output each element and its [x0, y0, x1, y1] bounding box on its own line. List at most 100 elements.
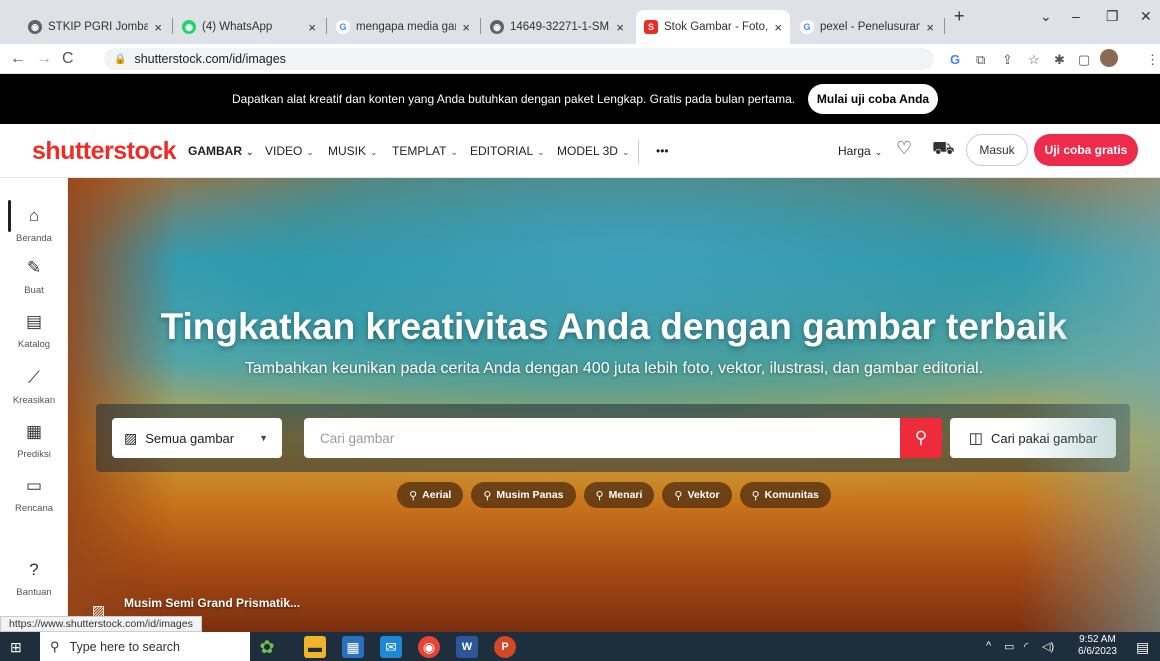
nav-model-3d[interactable]: MODEL 3D ⌄: [557, 144, 629, 158]
wifi-icon[interactable]: ◜: [1024, 640, 1028, 653]
free-trial-button[interactable]: Uji coba gratis: [1034, 134, 1138, 166]
chip-label: Menari: [608, 489, 643, 501]
nav-editorial[interactable]: EDITORIAL ⌄: [470, 144, 545, 158]
lock-icon: 🔒: [114, 53, 127, 65]
search-icon: ⚲: [674, 489, 683, 502]
file-explorer-icon[interactable]: ▬: [304, 636, 326, 658]
tab-title: (4) WhatsApp: [202, 21, 273, 33]
close-tab-icon[interactable]: ×: [616, 20, 624, 35]
tab-search-icon[interactable]: ⌄: [1040, 8, 1052, 25]
profile-avatar[interactable]: [1100, 49, 1118, 67]
chip-komunitas[interactable]: ⚲ Komunitas: [739, 482, 831, 508]
volume-icon[interactable]: ◁): [1042, 640, 1054, 653]
chevron-up-icon[interactable]: ^: [986, 640, 991, 652]
promo-banner: Dapatkan alat kreatif dan konten yang An…: [0, 74, 1160, 124]
chrome-icon[interactable]: ◉: [418, 636, 440, 658]
chip-menari[interactable]: ⚲ Menari: [583, 482, 655, 508]
bookmark-star-icon[interactable]: ☆: [1028, 52, 1040, 68]
search-by-image-label: Cari pakai gambar: [990, 430, 1098, 446]
close-tab-icon[interactable]: ×: [774, 20, 782, 35]
search-button[interactable]: ⚲: [900, 418, 942, 458]
word-icon[interactable]: W: [456, 636, 478, 658]
tab-title: 14649-32271-1-SM.pc: [510, 21, 610, 33]
address-text: shutterstock.com/id/images: [134, 52, 286, 66]
login-button[interactable]: Masuk: [966, 134, 1028, 166]
more-menu-button[interactable]: •••: [656, 144, 669, 158]
plant-icon[interactable]: ✿: [256, 636, 278, 658]
search-input[interactable]: [304, 418, 900, 458]
chevron-down-icon: ⌄: [370, 147, 378, 157]
translate-icon[interactable]: ⧉: [976, 52, 985, 68]
shutterstock-logo[interactable]: shutterstock: [32, 137, 177, 166]
minimize-icon[interactable]: –: [1072, 8, 1080, 24]
browser-tab[interactable]: ◉ STKIP PGRI Jombang ×: [20, 10, 170, 44]
nav-label: VIDEO: [265, 144, 303, 158]
image-type-select[interactable]: ▨ Semua gambar ▼: [112, 418, 282, 458]
store-icon[interactable]: ▦: [342, 636, 364, 658]
image-credit[interactable]: Musim Semi Grand Prismatik...: [124, 596, 300, 610]
back-icon[interactable]: ←: [10, 50, 26, 68]
restore-icon[interactable]: ❐: [1106, 8, 1119, 25]
new-tab-button[interactable]: +: [954, 6, 965, 27]
search-by-image-button[interactable]: ◫ Cari pakai gambar: [950, 418, 1116, 458]
sidebar-item-buat[interactable]: ✎ Buat: [0, 258, 68, 298]
google-icon[interactable]: G: [950, 52, 960, 67]
browser-tab-active[interactable]: S Stok Gambar - Foto, v ×: [636, 10, 790, 44]
help-icon: ?: [29, 560, 39, 579]
browser-tab[interactable]: ◉ (4) WhatsApp ×: [174, 10, 324, 44]
close-window-icon[interactable]: ✕: [1140, 8, 1152, 25]
menu-icon[interactable]: ⋮: [1146, 52, 1159, 68]
hero-banner: Tingkatkan kreativitas Anda dengan gamba…: [68, 178, 1160, 632]
sidebar-item-prediksi[interactable]: ▦ Prediksi: [0, 422, 68, 462]
chevron-down-icon: ⌄: [306, 147, 314, 157]
sidebar-item-bantuan[interactable]: ? Bantuan: [0, 560, 68, 600]
sidebar-item-label: Buat: [24, 285, 44, 296]
camera-icon: ◫: [968, 430, 983, 447]
heart-icon[interactable]: ♡: [896, 138, 912, 159]
browser-tab[interactable]: G pexel - Penelusuran G ×: [792, 10, 942, 44]
cart-icon[interactable]: ⛟: [932, 138, 955, 162]
side-panel-icon[interactable]: ▢: [1078, 52, 1090, 68]
sidebar-item-label: Rencana: [14, 503, 54, 514]
close-tab-icon[interactable]: ×: [462, 20, 470, 35]
chevron-down-icon: ⌄: [537, 147, 545, 157]
nav-templat[interactable]: TEMPLAT ⌄: [392, 144, 458, 158]
tab-title: STKIP PGRI Jombang: [48, 21, 149, 33]
mail-icon[interactable]: ✉: [380, 636, 402, 658]
reload-icon[interactable]: C: [62, 50, 74, 68]
start-trial-button[interactable]: Mulai uji coba Anda: [808, 84, 938, 114]
calendar-icon: ▭: [25, 476, 43, 495]
powerpoint-icon[interactable]: P: [494, 636, 516, 658]
notification-icon[interactable]: ▤: [1136, 639, 1149, 656]
tab-title: pexel - Penelusuran G: [820, 21, 921, 33]
chip-musim-panas[interactable]: ⚲ Musim Panas: [471, 482, 576, 508]
chip-vektor[interactable]: ⚲ Vektor: [662, 482, 732, 508]
address-bar[interactable]: 🔒 shutterstock.com/id/images: [104, 48, 934, 70]
extensions-icon[interactable]: ✱: [1054, 52, 1065, 68]
nav-musik[interactable]: MUSIK ⌄: [328, 144, 378, 158]
browser-toolbar: ← → C 🔒 shutterstock.com/id/images G ⧉ ⇪…: [0, 44, 1160, 74]
clock[interactable]: 9:52 AM 6/6/2023: [1078, 634, 1117, 658]
battery-icon[interactable]: ▭: [1004, 640, 1014, 653]
nav-gambar[interactable]: GAMBAR ⌄: [188, 144, 254, 158]
sidebar-item-rencana[interactable]: ▭ Rencana: [0, 476, 68, 516]
chevron-down-icon: ⌄: [621, 147, 630, 157]
windows-start-icon[interactable]: ⊞: [10, 639, 22, 656]
price-dropdown[interactable]: Harga ⌄: [838, 144, 882, 158]
forward-icon[interactable]: →: [36, 50, 52, 68]
browser-tab-strip: ◉ STKIP PGRI Jombang × ◉ (4) WhatsApp × …: [0, 0, 1160, 44]
close-tab-icon[interactable]: ×: [926, 20, 934, 35]
sidebar-item-kreasikan[interactable]: ⟋ Kreasikan: [0, 368, 68, 408]
browser-tab[interactable]: G mengapa media gami ×: [328, 10, 478, 44]
nav-video[interactable]: VIDEO ⌄: [265, 144, 314, 158]
browser-tab[interactable]: ◉ 14649-32271-1-SM.pc ×: [482, 10, 632, 44]
close-tab-icon[interactable]: ×: [154, 20, 162, 35]
sidebar-item-beranda[interactable]: ⌂ Beranda: [0, 206, 68, 246]
chip-aerial[interactable]: ⚲ Aerial: [397, 482, 464, 508]
close-tab-icon[interactable]: ×: [308, 20, 316, 35]
sidebar-item-katalog[interactable]: ▤ Katalog: [0, 312, 68, 352]
hero-subtitle: Tambahkan keunikan pada cerita Anda deng…: [244, 360, 984, 377]
clock-date: 6/6/2023: [1078, 646, 1117, 657]
share-icon[interactable]: ⇪: [1002, 52, 1013, 68]
taskbar-search[interactable]: ⚲ Type here to search: [40, 632, 250, 661]
